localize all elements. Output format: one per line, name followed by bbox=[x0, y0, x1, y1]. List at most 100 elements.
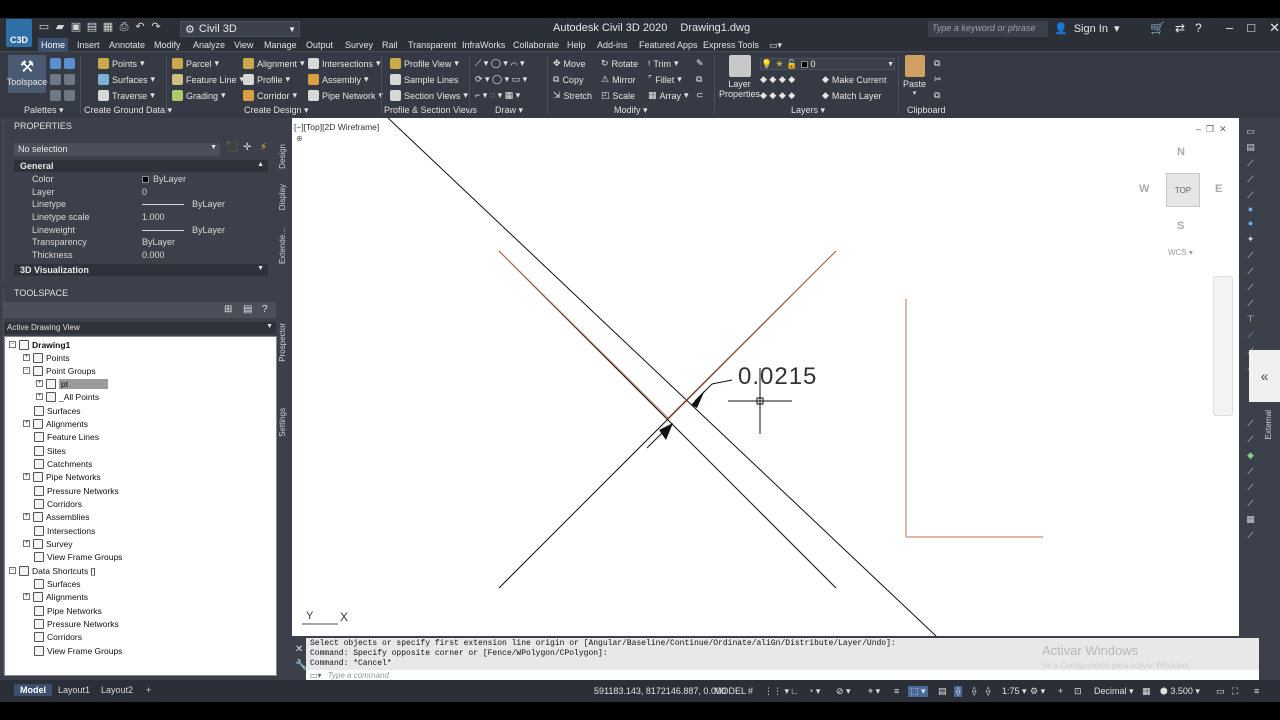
compass-north[interactable]: N bbox=[1177, 146, 1185, 158]
lineweight-icon[interactable]: ≡ bbox=[894, 686, 899, 696]
property-row-linetype-scale[interactable]: Linetype scale 1.000 bbox=[32, 212, 268, 224]
tab-express-tools[interactable]: Express Tools bbox=[700, 38, 762, 52]
snap-icon[interactable]: ⋮⋮ ▾ bbox=[764, 686, 789, 697]
dynamic-input-icon[interactable]: ▤ bbox=[938, 686, 947, 697]
property-row-layer[interactable]: Layer 0 bbox=[32, 187, 268, 199]
tab-layout2[interactable]: Layout2 bbox=[95, 684, 139, 696]
line-tools-row-1[interactable]: ⟋ ▾ ◯ ▾ ⌒ ▾ bbox=[475, 58, 525, 69]
hardware-acceleration-icon[interactable]: ▭ bbox=[1216, 686, 1225, 697]
panel-label-create-ground-data[interactable]: Create Ground Data ▾ bbox=[84, 105, 172, 116]
tab-infraworks[interactable]: InfraWorks bbox=[459, 38, 508, 52]
tree-node-ds-surfaces[interactable]: Surfaces bbox=[34, 577, 81, 590]
tree-node-pipe-networks[interactable]: + Pipe Networks bbox=[23, 470, 101, 483]
open-file-icon[interactable]: ▰ bbox=[54, 21, 66, 33]
tab-manage[interactable]: Manage bbox=[261, 38, 300, 52]
panel-label-layers[interactable]: Layers ▾ bbox=[791, 105, 825, 116]
erase-icon[interactable]: ✎ bbox=[696, 58, 704, 69]
list-view-icon[interactable]: ▤ bbox=[243, 304, 254, 315]
palette-tool-icon[interactable]: ▭ bbox=[1245, 126, 1256, 137]
grading-button[interactable]: Grading ▾ bbox=[172, 90, 226, 101]
grip-handle[interactable] bbox=[3, 121, 9, 281]
extension-line-red[interactable] bbox=[498, 250, 669, 419]
fillet-button[interactable]: ⌜ Fillet ▾ bbox=[648, 74, 682, 85]
annotation-value[interactable]: ⬢ 3.500 ▾ bbox=[1160, 686, 1200, 697]
item-view-icon[interactable]: ⊞ bbox=[224, 304, 235, 315]
property-row-transparency[interactable]: Transparency ByLayer bbox=[32, 237, 268, 249]
palette-tool-icon[interactable]: ⟋ bbox=[1245, 174, 1256, 185]
tab-annotate[interactable]: Annotate bbox=[106, 38, 148, 52]
tree-node-pressure-networks[interactable]: Pressure Networks bbox=[34, 484, 119, 497]
panel-label-create-design[interactable]: Create Design ▾ bbox=[244, 105, 309, 116]
property-row-linetype[interactable]: Linetype ByLayer bbox=[32, 199, 268, 211]
tree-node-alignments[interactable]: + Alignments bbox=[23, 417, 88, 430]
app-logo[interactable]: C3D bbox=[6, 19, 32, 47]
auto-scale-icon[interactable]: ⟠ bbox=[972, 686, 976, 697]
viewcube[interactable]: TOP bbox=[1166, 173, 1200, 207]
profile-button[interactable]: Profile ▾ bbox=[243, 74, 290, 85]
redo-icon[interactable]: ↷ bbox=[150, 21, 162, 33]
palette-tool-icon[interactable]: ▦ bbox=[1245, 514, 1256, 525]
palette-tool-icon[interactable]: ◆ bbox=[1245, 450, 1256, 461]
tree-node-points[interactable]: + Points bbox=[23, 351, 70, 364]
corridor-button[interactable]: Corridor ▾ bbox=[243, 90, 297, 101]
tab-analyze[interactable]: Analyze bbox=[190, 38, 228, 52]
copy-base-icon[interactable]: ⧉ bbox=[934, 90, 940, 101]
grid-icon[interactable]: # bbox=[748, 686, 753, 696]
globe-icon[interactable]: ● bbox=[1245, 218, 1256, 229]
match-layer-button[interactable]: ◆ Match Layer bbox=[822, 90, 881, 101]
annotation-scale-icon[interactable]: ⟠ bbox=[986, 686, 990, 697]
cart-icon[interactable]: 🛒 bbox=[1150, 21, 1165, 35]
search-input[interactable]: Type a keyword or phrase bbox=[928, 21, 1048, 37]
toolspace-button[interactable]: ⚒ Toolspace bbox=[7, 55, 47, 93]
toggle-pickadd-icon[interactable]: ⬛ bbox=[226, 143, 238, 153]
tab-output[interactable]: Output bbox=[303, 38, 336, 52]
property-row-lineweight[interactable]: Lineweight ByLayer bbox=[32, 225, 268, 237]
side-tab-settings[interactable]: Settings bbox=[278, 408, 287, 437]
tab-home[interactable]: Home bbox=[38, 38, 69, 52]
dimension-text[interactable]: 0.0215 bbox=[738, 363, 817, 391]
property-row-thickness[interactable]: Thickness 0.000 bbox=[32, 250, 268, 262]
polar-icon[interactable]: ◔ ▾ bbox=[808, 686, 820, 697]
array-button[interactable]: ▦ Array ▾ bbox=[648, 90, 689, 101]
palette-tool-icon[interactable]: ⟋ bbox=[1245, 482, 1256, 493]
layer-properties-button[interactable]: Layer Properties bbox=[719, 55, 760, 99]
selection-cycling-icon[interactable]: ⬚ ▾ bbox=[908, 686, 928, 697]
tree-node-data-shortcuts[interactable]: − Data Shortcuts [] bbox=[9, 564, 95, 577]
stretch-button[interactable]: ⇲ Stretch bbox=[553, 90, 592, 101]
layer-dropdown[interactable]: 💡 ☀ 🔓 0 ▼ bbox=[760, 58, 895, 70]
palette-icon-3[interactable] bbox=[50, 90, 75, 101]
points-button[interactable]: Points ▾ bbox=[98, 58, 145, 69]
select-objects-icon[interactable]: ✛ bbox=[243, 143, 253, 153]
viewport-label[interactable]: [−][Top][2D Wireframe] bbox=[294, 122, 379, 132]
alignment-button[interactable]: Alignment ▾ bbox=[243, 58, 305, 69]
palette-tool-icon[interactable]: ⟋ bbox=[1245, 498, 1256, 509]
drawing-canvas[interactable]: [−][Top][2D Wireframe] ⊕ – ❐ ✕ N S E W T… bbox=[292, 118, 1239, 636]
maximize-icon[interactable]: □ bbox=[1247, 20, 1255, 36]
properties-palette-icon[interactable] bbox=[50, 58, 75, 69]
tree-node-ds-pressure-networks[interactable]: Pressure Networks bbox=[34, 617, 119, 630]
mirror-button[interactable]: ⚠ Mirror bbox=[601, 74, 636, 85]
new-file-icon[interactable]: ▭ bbox=[38, 21, 50, 33]
trim-button[interactable]: ⟊ Trim ▾ bbox=[648, 58, 679, 69]
palette-tool-icon[interactable]: ▤ bbox=[1245, 142, 1256, 153]
tree-node-ds-alignments[interactable]: + Alignments bbox=[23, 590, 88, 603]
tab-layout1[interactable]: Layout1 bbox=[52, 684, 96, 696]
assembly-button[interactable]: Assembly ▾ bbox=[308, 74, 369, 85]
tab-help[interactable]: Help bbox=[564, 38, 589, 52]
viewport-minimize-icon[interactable]: – bbox=[1196, 124, 1201, 135]
annotation-visibility-icon[interactable]: ⟠ bbox=[954, 686, 963, 697]
tab-rail[interactable]: Rail bbox=[379, 38, 401, 52]
layer-tools-row-3[interactable]: ◆ ◆ ◆ ◆ bbox=[760, 90, 795, 101]
tab-add-ins[interactable]: Add-ins bbox=[594, 38, 631, 52]
panel-label-clipboard[interactable]: Clipboard bbox=[907, 105, 946, 115]
navigation-bar[interactable] bbox=[1213, 276, 1233, 416]
tree-node-pt[interactable]: + pt bbox=[36, 377, 276, 390]
workspace-gear-icon[interactable]: ⚙ ▾ bbox=[1030, 686, 1045, 697]
copy-button[interactable]: ⧉ Copy bbox=[553, 74, 583, 85]
move-button[interactable]: ✥ Move bbox=[553, 58, 586, 69]
panel-label-draw[interactable]: Draw ▾ bbox=[495, 105, 523, 116]
expand-panel-button[interactable]: « bbox=[1249, 350, 1280, 402]
tree-node-corridors[interactable]: Corridors bbox=[34, 497, 82, 510]
palette-tool-icon[interactable]: ⟋ bbox=[1245, 190, 1256, 201]
workspace-switcher[interactable]: ⚙ Civil 3D ▼ bbox=[180, 21, 300, 37]
